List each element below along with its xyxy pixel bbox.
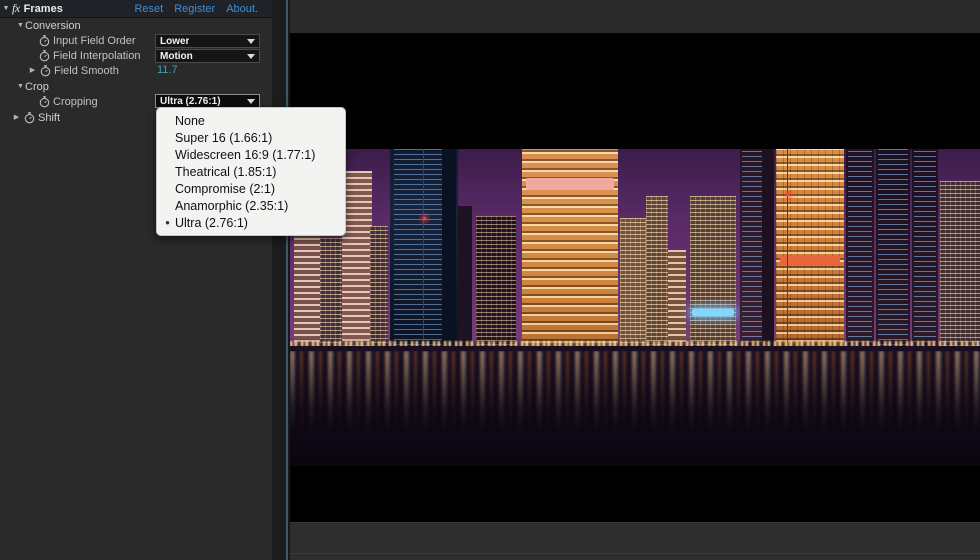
effect-title: Frames (23, 2, 63, 15)
composition-viewer[interactable] (290, 0, 980, 560)
about-link[interactable]: About. (226, 3, 258, 15)
viewer-bottom-bar[interactable] (290, 522, 980, 560)
chevron-down-icon (247, 98, 255, 104)
menu-item-label: None (175, 113, 205, 128)
menu-item-super-16[interactable]: • Super 16 (1.66:1) (157, 129, 345, 146)
bullet-icon: • (161, 199, 174, 212)
select-field-interpolation[interactable]: Motion (155, 49, 260, 63)
group-label-conversion: Conversion (25, 19, 81, 32)
triangle-down-icon[interactable]: ▼ (0, 5, 12, 12)
select-value-cropping: Ultra (2.76:1) (160, 95, 221, 107)
bullet-icon: • (165, 215, 170, 230)
bullet-icon: • (161, 114, 174, 127)
select-value-field-interpolation: Motion (160, 50, 193, 62)
chevron-down-icon (247, 38, 255, 44)
menu-item-label: Widescreen 16:9 (1.77:1) (175, 147, 316, 162)
menu-item-anamorphic[interactable]: • Anamorphic (2.35:1) (157, 197, 345, 214)
menu-item-ultra[interactable]: • Ultra (2.76:1) (157, 214, 345, 231)
cropping-dropdown-menu[interactable]: • None • Super 16 (1.66:1) • Widescreen … (156, 107, 346, 236)
effect-controls-panel: ▼ fx Frames Reset Register About. ▼ Conv… (0, 0, 272, 560)
stopwatch-icon[interactable] (38, 34, 51, 47)
panel-gutter (272, 0, 286, 560)
menu-item-none[interactable]: • None (157, 112, 345, 129)
triangle-down-icon[interactable]: ▼ (16, 22, 25, 29)
menu-item-label: Ultra (2.76:1) (175, 215, 248, 230)
viewer-canvas[interactable] (290, 33, 980, 522)
stopwatch-icon[interactable] (38, 49, 51, 62)
stopwatch-icon[interactable] (23, 111, 36, 124)
property-label-field-smooth: Field Smooth (54, 64, 119, 77)
app-root: ▼ fx Frames Reset Register About. ▼ Conv… (0, 0, 980, 560)
water-reflections (290, 350, 980, 434)
triangle-right-icon[interactable]: ▶ (12, 114, 21, 121)
header-links: Reset Register About. (134, 3, 272, 15)
menu-item-label: Theatrical (1.85:1) (175, 164, 277, 179)
bullet-icon: • (161, 131, 174, 144)
select-cropping[interactable]: Ultra (2.76:1) (155, 94, 260, 108)
property-row-field-interpolation[interactable]: Field Interpolation Motion (0, 48, 272, 63)
triangle-down-icon[interactable]: ▼ (16, 83, 25, 90)
property-label-input-field-order: Input Field Order (53, 34, 136, 47)
property-row-field-smooth[interactable]: ▶ Field Smooth 11.7 (0, 63, 272, 78)
stopwatch-icon[interactable] (38, 95, 51, 108)
viewer-top-bar (290, 0, 980, 33)
menu-item-label: Compromise (2:1) (175, 181, 276, 196)
chevron-down-icon (247, 53, 255, 59)
reset-link[interactable]: Reset (134, 3, 163, 15)
bullet-icon: • (161, 182, 174, 195)
stopwatch-icon[interactable] (39, 64, 52, 77)
bullet-icon: • (161, 165, 174, 178)
effect-header[interactable]: ▼ fx Frames Reset Register About. (0, 0, 272, 18)
number-value-field-smooth[interactable]: 11.7 (157, 64, 178, 77)
group-row-conversion[interactable]: ▼ Conversion (0, 18, 272, 33)
menu-item-theatrical[interactable]: • Theatrical (1.85:1) (157, 163, 345, 180)
group-label-crop: Crop (25, 80, 49, 93)
property-label-field-interpolation: Field Interpolation (53, 49, 141, 62)
property-label-cropping: Cropping (53, 95, 98, 108)
cityscape-photo (290, 149, 980, 466)
property-row-input-field-order[interactable]: Input Field Order Lower (0, 33, 272, 48)
menu-item-label: Super 16 (1.66:1) (175, 130, 273, 145)
triangle-right-icon[interactable]: ▶ (28, 67, 37, 74)
select-input-field-order[interactable]: Lower (155, 34, 260, 48)
fx-icon: fx (12, 1, 20, 15)
menu-item-label: Anamorphic (2.35:1) (175, 198, 289, 213)
register-link[interactable]: Register (174, 3, 215, 15)
select-value-input-field-order: Lower (160, 35, 190, 47)
bullet-icon: • (161, 148, 174, 161)
group-row-crop[interactable]: ▼ Crop (0, 79, 272, 94)
group-label-shift: Shift (38, 111, 61, 124)
menu-item-widescreen-16-9[interactable]: • Widescreen 16:9 (1.77:1) (157, 146, 345, 163)
menu-item-compromise[interactable]: • Compromise (2:1) (157, 180, 345, 197)
